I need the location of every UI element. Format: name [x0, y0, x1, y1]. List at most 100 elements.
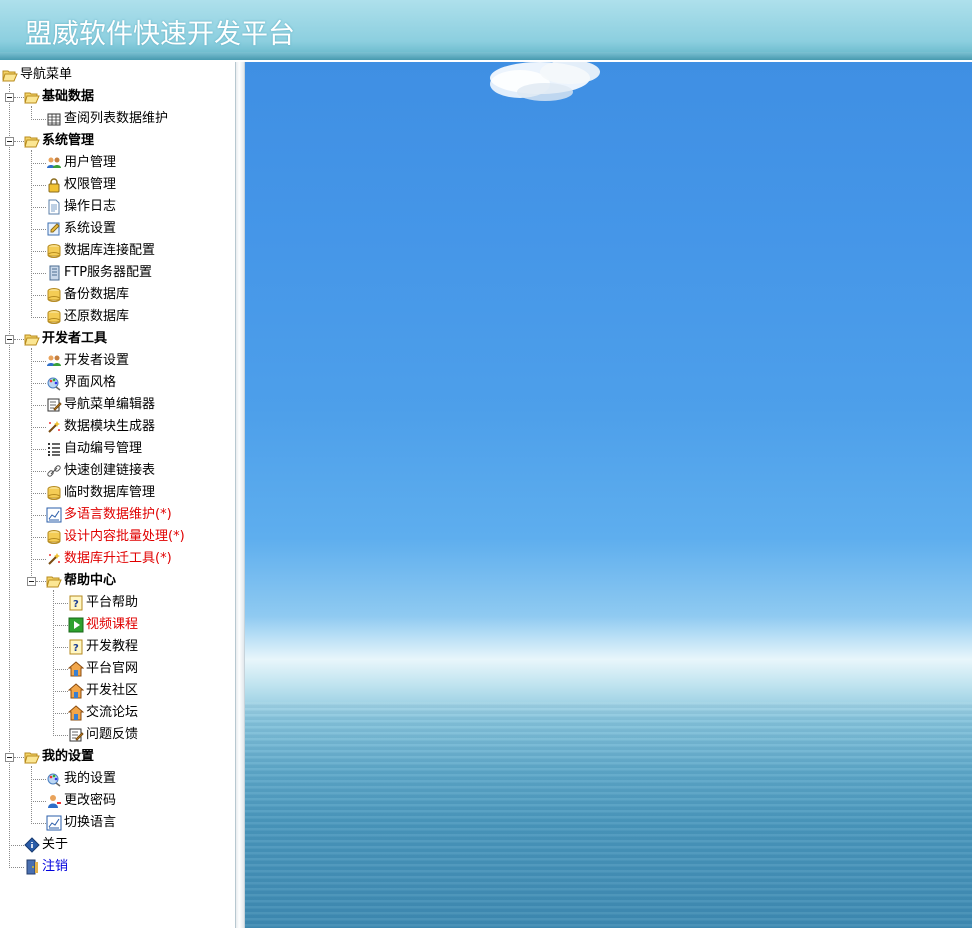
menu-item-dev-3[interactable]: 数据模块生成器 — [46, 416, 155, 438]
menu-item-dev-7[interactable]: 多语言数据维护(*) — [46, 504, 172, 526]
menu-item-dev-0[interactable]: 开发者设置 — [46, 350, 129, 372]
content-area — [245, 62, 972, 928]
menu-item-dev-8[interactable]: 设计内容批量处理(*) — [46, 526, 185, 548]
menu-logout[interactable]: 注销 — [24, 856, 68, 878]
door-icon — [24, 859, 40, 875]
database-icon — [46, 309, 62, 325]
menu-item-basic-0[interactable]: 查阅列表数据维护 — [46, 108, 168, 130]
menu-item-system-2[interactable]: 操作日志 — [46, 196, 116, 218]
settings-icon — [46, 221, 62, 237]
menu-item-system-7[interactable]: 还原数据库 — [46, 306, 129, 328]
menu-item-system-3-label: 系统设置 — [64, 221, 117, 236]
app-title: 盟威软件快速开发平台 — [25, 19, 295, 50]
menu-item-help-4-label: 开发社区 — [86, 683, 139, 698]
group-system[interactable]: 系统管理 — [24, 130, 94, 152]
edit-icon — [68, 727, 84, 743]
menu-item-help-2-label: 开发教程 — [86, 639, 139, 654]
folder-open-icon — [24, 89, 40, 105]
menu-item-dev-6[interactable]: 临时数据库管理 — [46, 482, 155, 504]
menu-item-system-0-label: 用户管理 — [64, 155, 117, 170]
navigation-tree[interactable]: 导航菜单 基础数据查阅列表数据维护系统管理用户管理权限管理 操作日志系统设置数据库… — [0, 62, 236, 928]
menu-about-label: 关于 — [42, 837, 69, 852]
toggle-help[interactable] — [27, 577, 36, 586]
home-icon — [67, 705, 85, 721]
group-mine[interactable]: 我的设置 — [24, 746, 94, 768]
grid-icon — [46, 111, 62, 127]
menu-item-help-3-label: 平台官网 — [86, 661, 139, 676]
menu-item-system-6-label: 备份数据库 — [64, 287, 130, 302]
edit-icon — [46, 397, 62, 413]
menu-item-system-3[interactable]: 系统设置 — [46, 218, 116, 240]
wand-icon — [46, 419, 62, 435]
app-header: 盟威软件快速开发平台 — [0, 0, 972, 60]
menu-item-help-0[interactable]: ? 平台帮助 — [68, 592, 138, 614]
list-icon — [46, 441, 62, 457]
group-help[interactable]: 帮助中心 — [46, 570, 116, 592]
menu-item-system-5[interactable]: FTP服务器配置 — [46, 262, 152, 284]
users-icon — [46, 155, 62, 171]
water-texture — [245, 702, 972, 928]
wand-icon — [46, 551, 62, 567]
group-mine-label: 我的设置 — [42, 749, 95, 764]
toggle-system[interactable] — [5, 137, 14, 146]
menu-item-help-1-label: 视频课程 — [86, 617, 139, 632]
menu-item-help-1[interactable]: 视频课程 — [68, 614, 138, 636]
menu-item-mine-1-label: 更改密码 — [64, 793, 117, 808]
palette-icon — [46, 771, 62, 787]
menu-item-dev-7-label: 多语言数据维护(*) — [64, 507, 172, 522]
menu-item-help-6[interactable]: 问题反馈 — [68, 724, 138, 746]
menu-item-mine-2[interactable]: 切换语言 — [46, 812, 116, 834]
menu-item-dev-2[interactable]: 导航菜单编辑器 — [46, 394, 155, 416]
menu-item-help-5[interactable]: 交流论坛 — [67, 702, 138, 724]
menu-item-system-7-label: 还原数据库 — [64, 309, 130, 324]
menu-logout-label: 注销 — [42, 859, 69, 874]
menu-item-help-4[interactable]: 开发社区 — [67, 680, 139, 702]
menu-item-mine-2-label: 切换语言 — [64, 815, 117, 830]
group-basic[interactable]: 基础数据 — [24, 86, 94, 108]
splitter[interactable] — [236, 62, 245, 928]
menu-item-system-4[interactable]: 数据库连接配置 — [46, 240, 155, 262]
menu-item-help-3[interactable]: 平台官网 — [67, 658, 139, 680]
tree-root[interactable]: 导航菜单 — [2, 64, 72, 86]
toggle-dev[interactable] — [5, 335, 14, 344]
document-icon — [46, 199, 62, 215]
menu-item-mine-0[interactable]: 我的设置 — [46, 768, 116, 790]
menu-item-dev-0-label: 开发者设置 — [64, 353, 130, 368]
chart-icon — [46, 507, 62, 523]
database-icon — [46, 529, 62, 545]
toggle-mine[interactable] — [5, 753, 14, 762]
users-icon — [46, 353, 62, 369]
menu-item-mine-0-label: 我的设置 — [64, 771, 117, 786]
folder-open-icon — [46, 573, 62, 589]
menu-item-basic-0-label: 查阅列表数据维护 — [64, 111, 169, 126]
menu-item-dev-1[interactable]: 界面风格 — [46, 372, 116, 394]
lock-icon — [46, 177, 62, 193]
menu-item-dev-9[interactable]: 数据库升迁工具(*) — [46, 548, 172, 570]
toggle-basic[interactable] — [5, 93, 14, 102]
palette-icon — [46, 375, 62, 391]
home-icon — [67, 661, 85, 677]
info-icon — [24, 837, 40, 853]
header-bar — [0, 52, 972, 59]
menu-item-dev-1-label: 界面风格 — [64, 375, 117, 390]
group-dev[interactable]: 开发者工具 — [24, 328, 107, 350]
svg-text:?: ? — [73, 599, 79, 610]
group-help-label: 帮助中心 — [64, 573, 117, 588]
menu-item-dev-4[interactable]: 自动编号管理 — [46, 438, 142, 460]
menu-item-system-6[interactable]: 备份数据库 — [46, 284, 129, 306]
menu-item-system-0[interactable]: 用户管理 — [46, 152, 116, 174]
video-icon — [68, 617, 84, 633]
database-icon — [46, 287, 62, 303]
menu-item-dev-3-label: 数据模块生成器 — [64, 419, 156, 434]
menu-item-dev-5[interactable]: 快速创建链接表 — [46, 460, 155, 482]
folder-open-icon — [2, 67, 18, 83]
group-system-label: 系统管理 — [42, 133, 95, 148]
menu-item-system-1[interactable]: 权限管理 — [46, 174, 116, 196]
menu-item-help-2[interactable]: ? 开发教程 — [68, 636, 138, 658]
link-icon — [46, 463, 62, 479]
server-icon — [46, 265, 62, 281]
menu-about[interactable]: 关于 — [24, 834, 68, 856]
home-icon — [67, 683, 85, 699]
menu-item-mine-1[interactable]: 更改密码 — [46, 790, 116, 812]
group-dev-label: 开发者工具 — [42, 331, 108, 346]
